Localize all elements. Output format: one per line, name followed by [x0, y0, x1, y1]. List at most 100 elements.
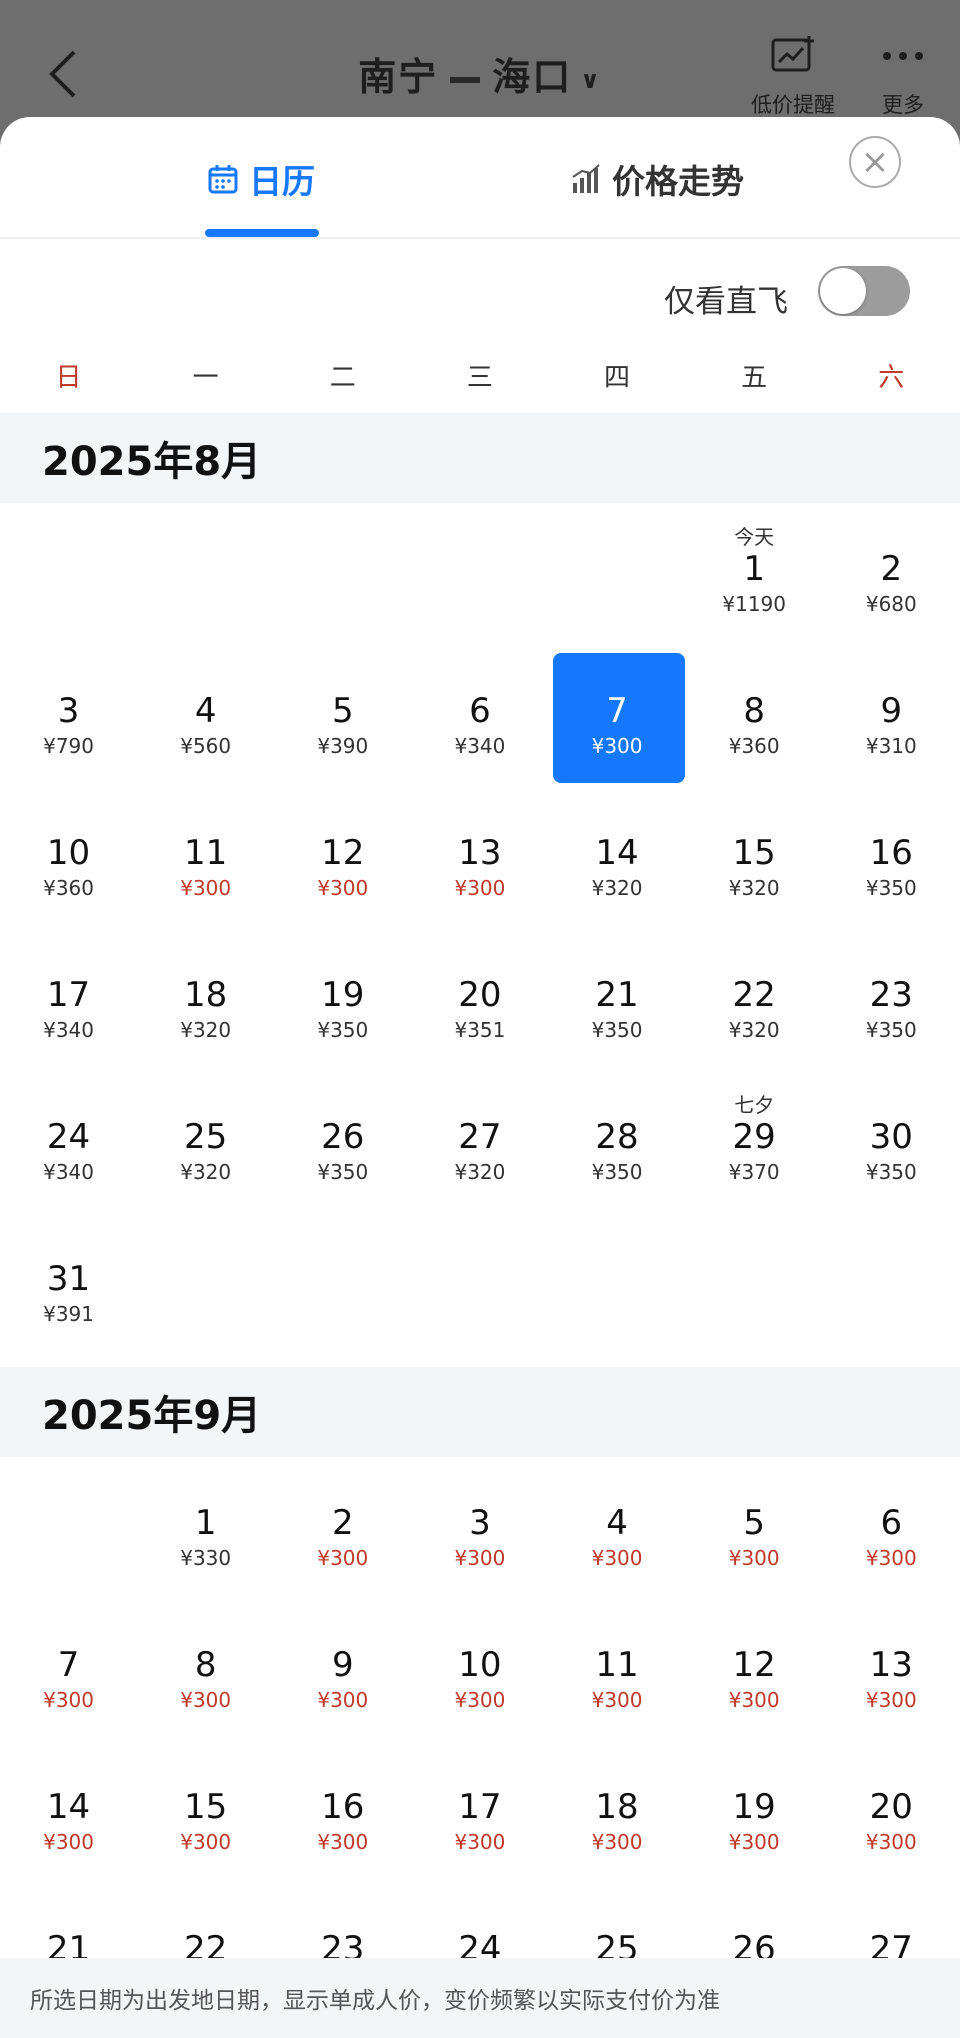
day-cell-selected[interactable]: 7 ¥300	[549, 653, 686, 799]
day-number: 25	[184, 1117, 228, 1157]
day-cell[interactable]: 2 ¥300	[274, 1469, 411, 1611]
calendar-icon	[208, 165, 238, 194]
day-cell[interactable]: 17 ¥340	[0, 941, 137, 1083]
day-cell[interactable]: 15 ¥320	[686, 799, 823, 941]
day-price: ¥300	[728, 1688, 780, 1712]
day-cell[interactable]: 23 ¥350	[823, 941, 960, 1083]
day-cell[interactable]: 27 ¥320	[411, 1083, 548, 1225]
day-number: 11	[595, 1645, 639, 1685]
day-cell[interactable]: 16 ¥350	[823, 799, 960, 941]
day-price: ¥300	[454, 1546, 506, 1570]
close-icon: ×	[860, 142, 890, 182]
day-cell[interactable]: 七夕 29 ¥370	[686, 1083, 823, 1225]
day-price: ¥340	[454, 734, 506, 758]
day-number: 10	[46, 833, 91, 873]
day-cell[interactable]: 18 ¥300	[549, 1753, 686, 1895]
day-cell[interactable]: 22 ¥320	[686, 941, 823, 1083]
day-cell[interactable]: 5 ¥300	[686, 1469, 823, 1611]
day-number: 6	[880, 1503, 903, 1543]
day-price: ¥300	[43, 1688, 95, 1712]
day-cell[interactable]: 12 ¥300	[274, 799, 411, 941]
day-cell[interactable]: 13 ¥300	[411, 799, 548, 941]
day-cell[interactable]: 8 ¥300	[137, 1611, 274, 1753]
day-number: 24	[46, 1117, 91, 1157]
day-cell[interactable]: 19 ¥300	[686, 1753, 823, 1895]
day-price: ¥330	[180, 1546, 232, 1570]
day-cell[interactable]: 20 ¥351	[411, 941, 548, 1083]
day-cell[interactable]: 21 ¥350	[549, 941, 686, 1083]
day-cell[interactable]: 16 ¥300	[274, 1753, 411, 1895]
day-cell[interactable]: 10 ¥360	[0, 799, 137, 941]
day-cell[interactable]: 1 ¥330	[137, 1469, 274, 1611]
day-cell[interactable]: 8 ¥360	[686, 657, 823, 799]
day-price: ¥300	[591, 734, 643, 758]
day-cell[interactable]: 19 ¥350	[274, 941, 411, 1083]
day-cell[interactable]: 14 ¥320	[549, 799, 686, 941]
day-cell[interactable]: 13 ¥300	[823, 1611, 960, 1753]
day-number: 21	[595, 975, 639, 1015]
day-cell[interactable]: 9 ¥310	[823, 657, 960, 799]
weekday-label: 日	[55, 363, 82, 393]
day-cell[interactable]: 3 ¥300	[411, 1469, 548, 1611]
low-price-alert-button[interactable]: 低价提醒	[738, 34, 848, 119]
day-cell[interactable]: 5 ¥390	[274, 657, 411, 799]
day-cell[interactable]: 4 ¥300	[549, 1469, 686, 1611]
day-price: ¥320	[454, 1160, 506, 1184]
day-cell[interactable]: 31 ¥391	[0, 1225, 137, 1367]
weekday-label: 三	[466, 363, 493, 393]
day-number: 1	[743, 549, 765, 589]
day-cell[interactable]: 24 ¥340	[0, 1083, 137, 1225]
day-price: ¥360	[43, 876, 95, 900]
close-button[interactable]: ×	[849, 136, 901, 188]
more-dots-icon	[883, 52, 923, 60]
chevron-down-icon: ∨	[580, 65, 602, 94]
month-grid: 今天 1 ¥1190 2 ¥680 3 ¥790 4 ¥560 5 ¥390 6 ¥340 7 ¥300 8 ¥…	[0, 503, 960, 1367]
day-cell[interactable]: 9 ¥300	[274, 1611, 411, 1753]
day-price: ¥351	[454, 1018, 506, 1042]
day-cell[interactable]: 15 ¥300	[137, 1753, 274, 1895]
day-cell[interactable]: 18 ¥320	[137, 941, 274, 1083]
day-cell[interactable]: 25 ¥320	[137, 1083, 274, 1225]
day-number: 8	[194, 1645, 217, 1685]
day-cell[interactable]: 6 ¥300	[823, 1469, 960, 1611]
bar-chart-icon	[572, 164, 600, 193]
tab-calendar[interactable]: 日历	[207, 155, 315, 203]
day-cell[interactable]: 12 ¥300	[686, 1611, 823, 1753]
day-cell[interactable]: 11 ¥300	[137, 799, 274, 941]
day-cell[interactable]: 14 ¥300	[0, 1753, 137, 1895]
day-cell[interactable]: 17 ¥300	[411, 1753, 548, 1895]
day-price: ¥350	[865, 1018, 917, 1042]
day-number: 5	[331, 691, 354, 731]
day-cell[interactable]: 28 ¥350	[549, 1083, 686, 1225]
day-cell[interactable]: 今天 1 ¥1190	[686, 515, 823, 657]
tab-price-trend[interactable]: 价格走势	[570, 155, 744, 203]
day-cell[interactable]: 26 ¥350	[274, 1083, 411, 1225]
calendar-months: 2025年8月 今天 1 ¥1190 2 ¥680 3 ¥790 4 ¥560 5 ¥390 6 ¥340…	[0, 413, 960, 2037]
day-price: ¥310	[865, 734, 917, 758]
weekday-label: 六	[878, 363, 905, 393]
destination-city: 海口	[492, 55, 573, 99]
day-cell[interactable]: 30 ¥350	[823, 1083, 960, 1225]
day-cell[interactable]: 7 ¥300	[0, 1611, 137, 1753]
day-cell[interactable]: 6 ¥340	[411, 657, 548, 799]
day-cell[interactable]: 2 ¥680	[823, 515, 960, 657]
day-cell[interactable]: 10 ¥300	[411, 1611, 548, 1753]
empty-day-cell	[0, 515, 137, 657]
day-cell[interactable]: 3 ¥790	[0, 657, 137, 799]
day-price: ¥370	[728, 1160, 780, 1184]
day-cell[interactable]: 11 ¥300	[549, 1611, 686, 1753]
day-price: ¥300	[728, 1546, 780, 1570]
empty-day-cell	[0, 1469, 137, 1611]
day-number: 27	[458, 1117, 502, 1157]
day-price: ¥300	[454, 1830, 506, 1854]
day-cell[interactable]: 4 ¥560	[137, 657, 274, 799]
more-button[interactable]: 更多	[868, 34, 938, 119]
day-price: ¥320	[180, 1018, 232, 1042]
day-number: 30	[869, 1117, 913, 1157]
top-header: 南宁 海口 ∨ 低价提醒 更多	[0, 0, 960, 125]
day-cell[interactable]: 20 ¥300	[823, 1753, 960, 1895]
day-number: 2	[331, 1503, 354, 1543]
direct-only-toggle[interactable]	[818, 266, 910, 316]
month-grid: 1 ¥330 2 ¥300 3 ¥300 4 ¥300 5 ¥300 6 ¥300 7 ¥300 8 ¥300…	[0, 1457, 960, 2037]
day-number: 3	[57, 691, 80, 731]
